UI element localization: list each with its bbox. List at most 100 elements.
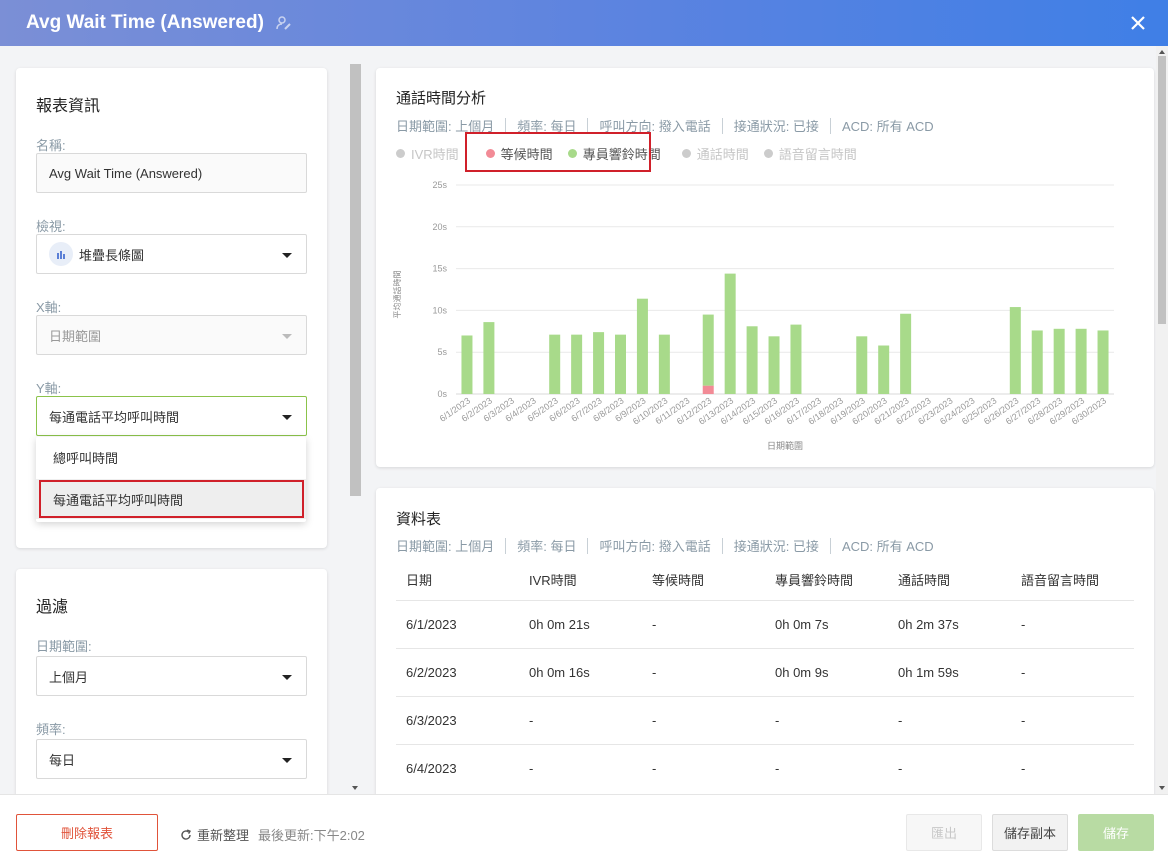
frequency-select[interactable]: 每日 xyxy=(36,739,307,779)
selected-option-highlight xyxy=(39,480,304,518)
cell-wait: - xyxy=(652,713,657,728)
bar-segment[interactable] xyxy=(702,314,714,386)
data-table-title: 資料表 xyxy=(396,511,442,528)
cell-talk: 0h 2m 37s xyxy=(898,617,959,632)
bar-segment[interactable] xyxy=(724,273,736,394)
delete-report-button[interactable]: 刪除報表 xyxy=(16,814,158,851)
chevron-down-icon xyxy=(282,334,292,339)
cell-ivr: - xyxy=(529,713,534,728)
y-tick-label: 15s xyxy=(432,264,447,274)
cell-ivr: 0h 0m 16s xyxy=(529,665,590,680)
bar-segment[interactable] xyxy=(483,322,495,394)
cell-voicemail: - xyxy=(1021,761,1026,776)
x-axis-title: 日期範圍 xyxy=(767,440,803,452)
bar-segment[interactable] xyxy=(856,336,868,394)
date-range-select[interactable]: 上個月 xyxy=(36,656,307,696)
cell-wait: - xyxy=(652,665,657,680)
bar-segment[interactable] xyxy=(571,334,583,394)
chevron-down-icon xyxy=(282,415,292,420)
refresh-label: 重新整理 xyxy=(197,828,250,843)
bar-segment[interactable] xyxy=(790,324,802,394)
cell-voicemail: - xyxy=(1021,617,1026,632)
footer-bar: 刪除報表 重新整理 最後更新:下午2:02 匯出 儲存副本 儲存 xyxy=(0,794,1168,865)
legend-label: 通話時間 xyxy=(696,147,749,162)
main-scrollbar-thumb[interactable] xyxy=(1158,56,1166,324)
bar-segment[interactable] xyxy=(1031,330,1043,394)
bar-segment[interactable] xyxy=(1075,328,1087,394)
cell-agent-ring: 0h 0m 7s xyxy=(775,617,829,632)
bar-segment[interactable] xyxy=(768,336,780,394)
cell-agent-ring: 0h 0m 9s xyxy=(775,665,829,680)
cell-agent-ring: - xyxy=(775,761,780,776)
cell-voicemail: - xyxy=(1021,665,1026,680)
bar-segment[interactable] xyxy=(636,298,648,394)
x-axis-label: X軸: xyxy=(36,300,62,315)
left-panel-scrollbar[interactable] xyxy=(349,64,362,794)
column-header-talk[interactable]: 通話時間 xyxy=(898,570,950,589)
scroll-up-icon[interactable] xyxy=(1159,50,1165,54)
bar-segment[interactable] xyxy=(702,385,714,394)
scroll-down-icon[interactable] xyxy=(352,786,358,790)
legend-item-ivr[interactable]: IVR時間 xyxy=(396,144,459,163)
view-select[interactable]: 堆疊長條圖 xyxy=(36,234,307,274)
meta-status: 接通狀況: 已接 xyxy=(733,539,819,554)
report-info-title: 報表資訊 xyxy=(36,98,101,115)
view-select-value: 堆疊長條圖 xyxy=(79,247,145,263)
meta-date-range: 日期範圍: 上個月 xyxy=(396,539,495,554)
view-label: 檢視: xyxy=(36,219,66,234)
bar-segment[interactable] xyxy=(549,334,561,394)
save-copy-button[interactable]: 儲存副本 xyxy=(992,814,1068,851)
bar-chart-icon xyxy=(49,242,73,266)
refresh-button[interactable]: 重新整理 xyxy=(180,825,249,844)
column-header-ivr[interactable]: IVR時間 xyxy=(529,570,577,589)
y-tick-label: 25s xyxy=(432,180,447,190)
y-tick-label: 0s xyxy=(437,389,447,399)
bar-segment[interactable] xyxy=(878,345,890,394)
cell-talk: 0h 1m 59s xyxy=(898,665,959,680)
y-axis-select[interactable]: 每通電話平均呼叫時間 xyxy=(36,396,307,436)
table-divider xyxy=(396,696,1134,697)
cell-date: 6/3/2023 xyxy=(406,713,457,728)
cell-date: 6/2/2023 xyxy=(406,665,457,680)
legend-item-voicemail[interactable]: 語音留言時間 xyxy=(763,144,857,163)
meta-direction: 呼叫方向: 撥入電話 xyxy=(599,539,711,554)
bar-segment[interactable] xyxy=(1097,330,1109,394)
save-button[interactable]: 儲存 xyxy=(1078,814,1154,851)
legend-label: IVR時間 xyxy=(411,147,459,162)
export-button[interactable]: 匯出 xyxy=(906,814,982,851)
frequency-label: 頻率: xyxy=(36,722,66,737)
column-header-wait[interactable]: 等候時間 xyxy=(652,570,704,589)
dropdown-option-total-call-time[interactable]: 總呼叫時間 xyxy=(36,437,306,477)
bar-segment[interactable] xyxy=(900,313,912,394)
edit-title-icon[interactable] xyxy=(276,15,292,31)
table-divider xyxy=(396,600,1134,601)
y-tick-label: 20s xyxy=(432,222,447,232)
y-tick-label: 5s xyxy=(437,347,447,357)
scroll-down-icon[interactable] xyxy=(1159,786,1165,790)
bar-segment[interactable] xyxy=(1009,307,1021,394)
dialog-header: Avg Wait Time (Answered) xyxy=(0,0,1168,46)
bar-segment[interactable] xyxy=(461,335,473,394)
legend-dot xyxy=(763,149,773,158)
bar-segment[interactable] xyxy=(615,334,626,394)
bar-segment[interactable] xyxy=(658,334,670,394)
column-header-date[interactable]: 日期 xyxy=(406,570,432,589)
frequency-select-value: 每日 xyxy=(49,752,76,768)
chart-title: 通話時間分析 xyxy=(396,90,487,107)
cell-voicemail: - xyxy=(1021,713,1026,728)
legend-item-talk[interactable]: 通話時間 xyxy=(681,144,749,163)
left-scrollbar-thumb[interactable] xyxy=(350,64,361,496)
close-button[interactable] xyxy=(1124,9,1152,37)
name-input[interactable]: Avg Wait Time (Answered) xyxy=(36,153,307,193)
bar-segment[interactable] xyxy=(593,332,605,394)
stacked-bar-chart: 0s5s10s15s20s25s6/1/20236/2/20236/3/2023… xyxy=(392,180,1114,452)
column-header-voicemail[interactable]: 語音留言時間 xyxy=(1021,570,1099,589)
bar-segment[interactable] xyxy=(1053,328,1065,394)
main-scrollbar[interactable] xyxy=(1156,46,1168,794)
filter-title: 過濾 xyxy=(36,599,69,616)
column-header-agent-ring[interactable]: 專員響鈴時間 xyxy=(775,570,853,589)
refresh-icon xyxy=(181,828,192,840)
legend-dot xyxy=(396,149,405,158)
cell-talk: - xyxy=(898,761,903,776)
bar-segment[interactable] xyxy=(746,326,758,394)
